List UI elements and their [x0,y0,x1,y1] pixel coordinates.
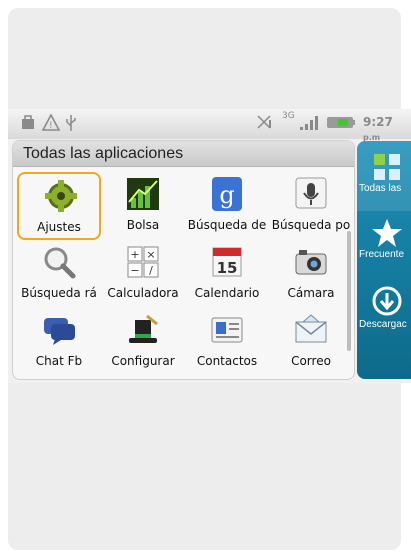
tab-label: Todas las [359,183,402,194]
app-busqueda-de[interactable]: g Búsqueda de [185,172,269,240]
svg-text:+: + [130,248,139,261]
app-label: Calendario [194,286,260,300]
app-camara[interactable]: Cámara [269,240,353,308]
download-icon [372,286,402,316]
status-time: 9:27 p.m [363,115,393,142]
svg-text:g: g [219,181,234,209]
app-busqueda-ra[interactable]: Búsqueda rá [17,240,101,308]
app-calculadora[interactable]: + × − / Calculadora [101,240,185,308]
magic-hat-icon [129,314,158,343]
svg-text:!: ! [49,121,53,131]
app-label: Búsqueda po [271,218,351,232]
app-label: Calculadora [107,286,179,300]
tab-label: Descargac [359,319,407,330]
calculator-icon: + × − / [127,246,159,278]
warning-icon: ! [42,114,60,131]
svg-text:−: − [130,264,139,277]
app-calendario[interactable]: 15 Calendario [185,240,269,308]
app-label: Configurar [111,354,175,368]
signal-bars-icon [300,116,318,130]
tab-frecuente[interactable]: Frecuente [357,211,411,281]
mail-envelope-icon [295,314,327,343]
app-label: Contactos [196,354,258,368]
usb-icon [66,115,76,131]
app-ajustes[interactable]: Ajustes [17,172,101,240]
contacts-card-icon [211,317,243,343]
calendar-icon: 15 [212,247,242,277]
google-search-icon: g [212,177,242,211]
app-label: Búsqueda de [187,218,267,232]
app-label: Búsqueda rá [21,286,97,300]
chat-bubble-icon [44,318,75,345]
app-label: Correo [291,354,331,368]
quick-search-icon [44,247,76,279]
app-label: Bolsa [126,218,160,232]
all-apps-panel: Todas las aplicaciones Ajustes Bolsa g B… [12,140,355,380]
app-contactos[interactable]: Contactos [185,308,269,376]
app-label: Cámara [287,286,335,300]
svg-text:×: × [146,248,155,261]
battery-icon [327,117,355,128]
app-chat-fb[interactable]: Chat Fb [17,308,101,376]
app-busqueda-po[interactable]: Búsqueda po [269,172,353,240]
phone-screen: ! 3G 9:27 p.m Todas las aplicaciones Aju… [8,109,411,383]
app-label: Chat Fb [35,354,83,368]
status-bar: ! 3G 9:27 p.m [8,109,411,142]
app-configurar[interactable]: Configurar [101,308,185,376]
tab-todas-las[interactable]: Todas las [357,141,411,211]
stocks-chart-icon [127,178,159,210]
calendar-day: 15 [217,259,238,277]
tab-descargas[interactable]: Descargac [357,281,411,351]
side-tabs: Todas las Frecuente Descargac [357,141,411,379]
svg-text:/: / [149,264,153,277]
star-icon [372,219,402,247]
panel-title: Todas las aplicaciones [13,141,354,167]
tab-label: Frecuente [359,249,405,260]
scrollbar[interactable] [347,231,351,351]
shopping-bag-icon [22,115,34,129]
app-bolsa[interactable]: Bolsa [101,172,185,240]
voice-search-icon [295,177,327,209]
no-signal-icon [257,115,271,129]
settings-gear-icon [45,180,77,212]
app-label: Ajustes [37,220,81,234]
camera-icon [295,250,327,275]
network-type: 3G [282,111,295,121]
grid-apps-icon [374,154,400,180]
app-correo[interactable]: Correo [269,308,353,376]
